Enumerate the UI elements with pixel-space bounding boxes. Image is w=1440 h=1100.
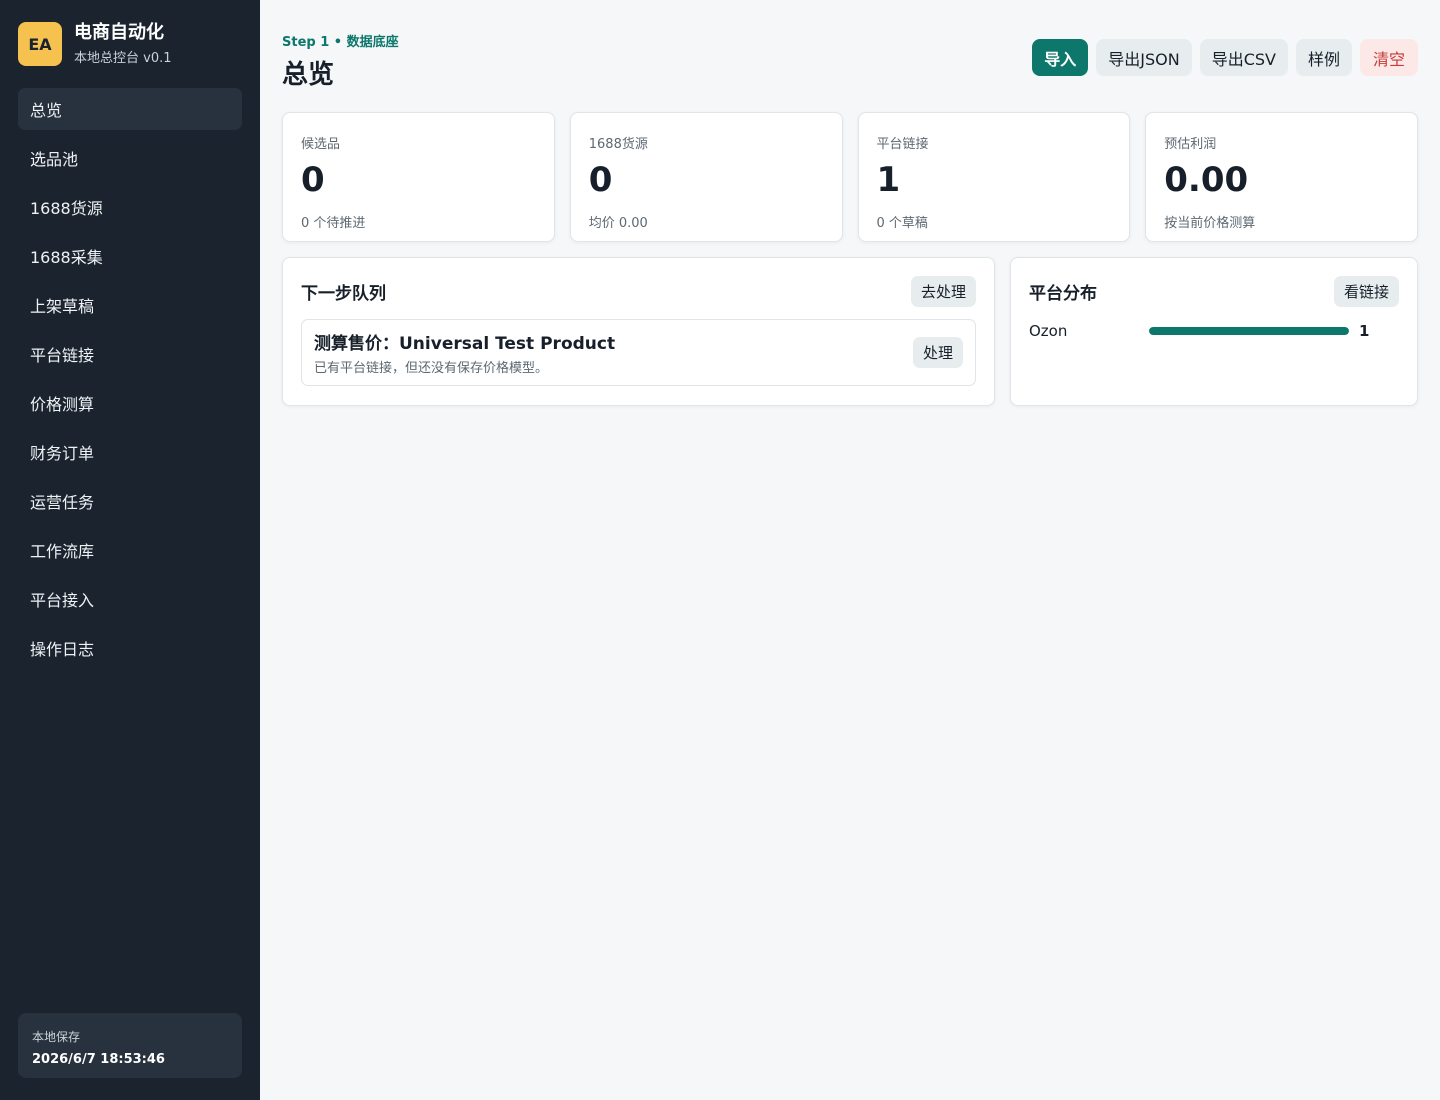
page-title: 总览 bbox=[282, 60, 335, 90]
brand: EA 电商自动化 本地总控台 v0.1 bbox=[18, 22, 242, 66]
stat-label: 平台链接 bbox=[876, 137, 929, 152]
platform-distribution-card: 平台分布 看链接 Ozon 1 bbox=[1010, 257, 1418, 406]
clear-button[interactable]: 清空 bbox=[1360, 39, 1418, 76]
sidebar-item-operations-tasks[interactable]: 运营任务 bbox=[18, 480, 242, 522]
step-label: Step 1 • 数据底座 bbox=[282, 35, 399, 50]
local-save-status: 本地保存 2026/6/7 18:53:46 bbox=[18, 1013, 242, 1078]
sidebar-item-platform-integration[interactable]: 平台接入 bbox=[18, 578, 242, 620]
sidebar-item-platform-links[interactable]: 平台链接 bbox=[18, 333, 242, 375]
sidebar-item-overview[interactable]: 总览 bbox=[18, 88, 242, 130]
stat-value: 0 bbox=[301, 160, 325, 200]
queue-card-header: 下一步队列 去处理 bbox=[301, 276, 976, 307]
main-content: Step 1 • 数据底座 总览 导入 导出JSON 导出CSV 样例 清空 候… bbox=[260, 0, 1440, 1100]
sidebar-item-1688-collection[interactable]: 1688采集 bbox=[18, 235, 242, 277]
platform-bar-fill bbox=[1149, 327, 1349, 335]
import-button[interactable]: 导入 bbox=[1032, 39, 1089, 76]
stat-card-1688-sources: 1688货源 0 均价 0.00 bbox=[569, 112, 843, 242]
brand-text: 电商自动化 本地总控台 v0.1 bbox=[74, 22, 172, 66]
stats-grid: 候选品 0 0 个待推进 1688货源 0 均价 0.00 平台链接 1 0 个… bbox=[282, 112, 1418, 242]
dashboard-lower-section: 下一步队列 去处理 测算售价：Universal Test Product 已有… bbox=[282, 257, 1418, 406]
header-actions: 导入 导出JSON 导出CSV 样例 清空 bbox=[1032, 39, 1418, 76]
queue-task-item: 测算售价：Universal Test Product 已有平台链接，但还没有保… bbox=[301, 319, 976, 386]
sidebar-item-pricing[interactable]: 价格测算 bbox=[18, 382, 242, 424]
sidebar-item-product-pool[interactable]: 选品池 bbox=[18, 137, 242, 179]
stat-card-platform-links: 平台链接 1 0 个草稿 bbox=[857, 112, 1131, 242]
view-links-button[interactable]: 看链接 bbox=[1333, 276, 1399, 307]
stat-value: 1 bbox=[876, 160, 901, 200]
sidebar-item-1688-sources[interactable]: 1688货源 bbox=[18, 186, 242, 228]
stat-note: 0 个草稿 bbox=[876, 216, 928, 232]
sample-button[interactable]: 样例 bbox=[1295, 39, 1352, 76]
stat-note: 按当前价格测算 bbox=[1164, 216, 1256, 232]
go-process-button[interactable]: 去处理 bbox=[910, 276, 976, 307]
stat-value: 0.00 bbox=[1164, 160, 1249, 200]
platform-distribution-title: 平台分布 bbox=[1029, 284, 1097, 304]
stat-value: 0 bbox=[588, 160, 613, 200]
sidebar-nav: 总览 选品池 1688货源 1688采集 上架草稿 平台链接 价格测算 财务订单… bbox=[18, 88, 242, 669]
platform-count: 1 bbox=[1359, 322, 1370, 340]
page-header: Step 1 • 数据底座 总览 导入 导出JSON 导出CSV 样例 清空 bbox=[282, 22, 1418, 112]
export-csv-button[interactable]: 导出CSV bbox=[1199, 39, 1288, 76]
save-time: 2026/6/7 18:53:46 bbox=[32, 1052, 165, 1067]
platform-bar-track bbox=[1149, 327, 1349, 335]
task-text: 测算售价：Universal Test Product 已有平台链接，但还没有保… bbox=[314, 329, 615, 376]
platform-card-header: 平台分布 看链接 bbox=[1029, 276, 1399, 307]
process-task-button[interactable]: 处理 bbox=[912, 337, 963, 368]
export-json-button[interactable]: 导出JSON bbox=[1096, 39, 1192, 76]
queue-title: 下一步队列 bbox=[301, 284, 386, 304]
stat-card-estimated-profit: 预估利润 0.00 按当前价格测算 bbox=[1145, 112, 1418, 242]
sidebar: EA 电商自动化 本地总控台 v0.1 总览 选品池 1688货源 1688采集… bbox=[0, 0, 260, 1100]
save-label: 本地保存 bbox=[32, 1030, 81, 1044]
stat-note: 均价 0.00 bbox=[588, 216, 648, 232]
brand-title: 电商自动化 bbox=[74, 22, 164, 44]
sidebar-item-workflow-library[interactable]: 工作流库 bbox=[18, 529, 242, 571]
platform-name: Ozon bbox=[1029, 322, 1068, 340]
brand-mark: EA bbox=[18, 22, 62, 66]
page-heading: Step 1 • 数据底座 总览 bbox=[282, 22, 399, 91]
brand-subtitle: 本地总控台 v0.1 bbox=[74, 50, 172, 66]
stat-label: 候选品 bbox=[301, 137, 341, 152]
next-step-queue-card: 下一步队列 去处理 测算售价：Universal Test Product 已有… bbox=[282, 257, 995, 406]
sidebar-item-listing-drafts[interactable]: 上架草稿 bbox=[18, 284, 242, 326]
stat-card-candidates: 候选品 0 0 个待推进 bbox=[282, 112, 555, 242]
stat-label: 1688货源 bbox=[588, 137, 648, 152]
platform-distribution-row: Ozon 1 bbox=[1029, 319, 1399, 343]
sidebar-item-finance-orders[interactable]: 财务订单 bbox=[18, 431, 242, 473]
app-shell: EA 电商自动化 本地总控台 v0.1 总览 选品池 1688货源 1688采集… bbox=[0, 0, 1440, 1100]
sidebar-item-operation-log[interactable]: 操作日志 bbox=[18, 627, 242, 669]
task-description: 已有平台链接，但还没有保存价格模型。 bbox=[314, 361, 549, 376]
stat-label: 预估利润 bbox=[1164, 137, 1217, 152]
task-title: 测算售价：Universal Test Product bbox=[314, 334, 616, 354]
stat-note: 0 个待推进 bbox=[301, 216, 366, 232]
